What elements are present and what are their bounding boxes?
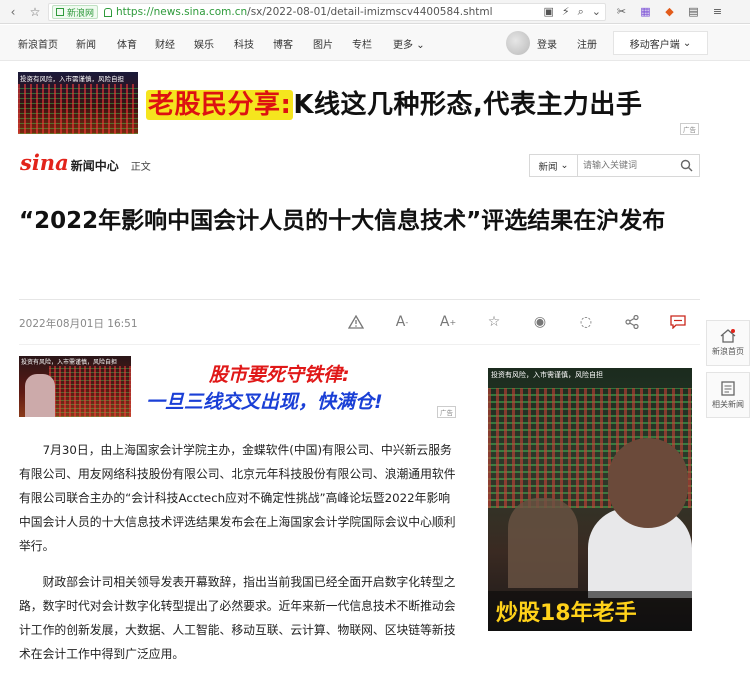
share-icon[interactable] [609, 310, 655, 334]
register-link[interactable]: 注册 [577, 36, 597, 51]
home-icon [720, 329, 736, 343]
chevron-down-icon: ⌄ [560, 160, 569, 171]
top-ad-banner[interactable]: 投资有风险，入市需谨慎，风险自担 老股民分享:K线这几种形态,代表主力出手 广告 [18, 72, 700, 135]
font-increase-icon[interactable]: A + [425, 310, 471, 334]
url-path: /sx/2022-08-01/detail-imizmscv4400584.sh… [247, 6, 493, 18]
ad-tag: 广告 [437, 406, 456, 418]
url-text: https://news.sina.com.cn/sx/2022-08-01/d… [116, 6, 493, 18]
side-related-label: 相关新闻 [712, 399, 744, 409]
search-input[interactable] [578, 156, 674, 175]
breadcrumb: 正文 [130, 162, 151, 173]
site-badge-label: 新浪网 [67, 8, 95, 19]
top-ad-thumbnail: 投资有风险，入市需谨慎，风险自担 [18, 72, 138, 134]
wechat-share-icon[interactable]: ◌ [563, 310, 609, 334]
site-badge-icon [56, 8, 64, 16]
search-icon [680, 159, 692, 172]
url-host: https://news.sina.com.cn [116, 6, 248, 18]
report-icon[interactable] [333, 310, 379, 334]
person-head-graphic [608, 438, 688, 528]
article-paragraph: 财政部会计司相关领导发表开幕致辞，指出当前我国已经全面开启数字化转型之路，数字时… [19, 575, 456, 661]
inline-ad-line2: 一旦三线交叉出现，快满仓! [146, 391, 383, 413]
top-ad-highlight: 老股民分享: [146, 90, 294, 120]
article-title: “2022年影响中国会计人员的十大信息技术”评选结果在沪发布 [19, 208, 666, 234]
side-related-button[interactable]: 相关新闻 [706, 372, 750, 418]
scissors-icon[interactable]: ✂ [614, 4, 629, 19]
nav-blog[interactable]: 博客 [273, 36, 293, 51]
article-body: 7月30日，由上海国家会计学院主办，金蝶软件(中国)有限公司、中兴新云服务有限公… [19, 438, 457, 678]
browser-toolbar: ‹ ☆ 新浪网 https://news.sina.com.cn/sx/2022… [0, 0, 750, 24]
chevron-down-icon: ⌄ [682, 37, 692, 49]
article-toolbar: A- A + ☆ ◉ ◌ [333, 310, 701, 334]
menu-icon[interactable]: ≡ [710, 4, 725, 19]
article-paragraph: 7月30日，由上海国家会计学院主办，金蝶软件(中国)有限公司、中兴新云服务有限公… [19, 443, 456, 553]
screenshot-icon[interactable]: ▣ [543, 5, 553, 19]
ad-tag: 广告 [680, 123, 699, 135]
side-home-button[interactable]: 新浪首页 [706, 320, 750, 366]
site-nav: 新浪首页 新闻 体育 财经 娱乐 科技 博客 图片 专栏 更多 ⌄ 登录 注册 … [0, 25, 750, 61]
nav-more-label: 更多 [393, 40, 413, 51]
mobile-client-label: 移动客户端 [629, 39, 680, 51]
site-badge: 新浪网 [52, 5, 99, 19]
sidebar-ad-slogan: 炒股18年老手 [496, 601, 637, 626]
article-date: 2022年08月01日 16:51 [19, 318, 138, 330]
address-bar[interactable]: 新浪网 https://news.sina.com.cn/sx/2022-08-… [48, 3, 606, 21]
sina-news-logo[interactable]: sina 新闻中心 正文 [20, 150, 151, 175]
side-home-label: 新浪首页 [712, 347, 744, 356]
search-engine-icon[interactable]: ⌕ [578, 5, 584, 19]
nav-tech[interactable]: 科技 [234, 36, 254, 51]
person-graphic [508, 498, 578, 588]
inline-ad-banner[interactable]: 投资有风险，入市需谨慎，风险自担 股市要死守铁律: 一旦三线交叉出现，快满仓! … [19, 356, 457, 418]
nav-more[interactable]: 更多 ⌄ [393, 36, 425, 51]
nav-sports[interactable]: 体育 [117, 36, 137, 51]
search-box: 新闻 ⌄ [529, 154, 700, 177]
read-icon[interactable]: ▤ [686, 4, 701, 19]
sidebar-ad-slogan-bar: 炒股18年老手 [488, 591, 692, 631]
sina-logo-text: sina [20, 150, 69, 175]
news-center-label: 新闻中心 [70, 159, 119, 173]
favorite-star-icon[interactable]: ☆ [471, 310, 517, 334]
inline-ad-thumbnail: 投资有风险，入市需谨慎，风险自担 [19, 356, 131, 417]
font-decrease-icon[interactable]: A- [379, 310, 425, 334]
mobile-client-button[interactable]: 移动客户端 ⌄ [613, 31, 708, 55]
nav-news[interactable]: 新闻 [76, 36, 96, 51]
dropdown-icon[interactable]: ⌄ [592, 5, 601, 19]
nav-home[interactable]: 新浪首页 [18, 36, 58, 51]
lightning-icon[interactable]: ⚡ [562, 5, 570, 19]
comment-icon[interactable] [655, 310, 701, 334]
nav-photos[interactable]: 图片 [313, 36, 333, 51]
login-link[interactable]: 登录 [537, 36, 557, 51]
search-button[interactable] [674, 155, 698, 176]
inline-ad-caption: 投资有风险，入市需谨慎，风险自担 [21, 359, 118, 366]
sidebar-ad-caption: 投资有风险，入市需谨慎，风险自担 [491, 371, 603, 379]
nav-columns[interactable]: 专栏 [352, 36, 372, 51]
divider [19, 299, 700, 300]
lock-icon [104, 7, 113, 17]
weibo-share-icon[interactable]: ◉ [517, 310, 563, 334]
search-category-select[interactable]: 新闻 ⌄ [530, 155, 578, 176]
person-graphic [25, 374, 55, 417]
top-ad-caption: 投资有风险，入市需谨慎，风险自担 [20, 75, 124, 83]
nav-finance[interactable]: 财经 [155, 36, 175, 51]
stock-board-graphic [18, 84, 138, 134]
chevron-down-icon: ⌄ [416, 40, 425, 51]
top-ad-headline: 老股民分享:K线这几种形态,代表主力出手 [146, 84, 642, 121]
extension-icon[interactable]: ▦ [638, 4, 653, 19]
weather-icon[interactable] [506, 31, 530, 55]
top-ad-rest: K线这几种形态,代表主力出手 [293, 90, 643, 120]
bookmark-star-icon[interactable]: ☆ [26, 3, 44, 21]
stock-board-graphic [49, 366, 131, 417]
document-icon [721, 380, 735, 396]
game-icon[interactable]: ◆ [662, 4, 677, 19]
sidebar-ad[interactable]: 投资有风险，入市需谨慎，风险自担 炒股18年老手 [488, 368, 692, 631]
nav-ent[interactable]: 娱乐 [194, 36, 214, 51]
back-icon[interactable]: ‹ [4, 3, 22, 21]
divider [19, 344, 700, 345]
inline-ad-line1: 股市要死守铁律: [209, 364, 350, 386]
search-category-label: 新闻 [538, 161, 558, 173]
